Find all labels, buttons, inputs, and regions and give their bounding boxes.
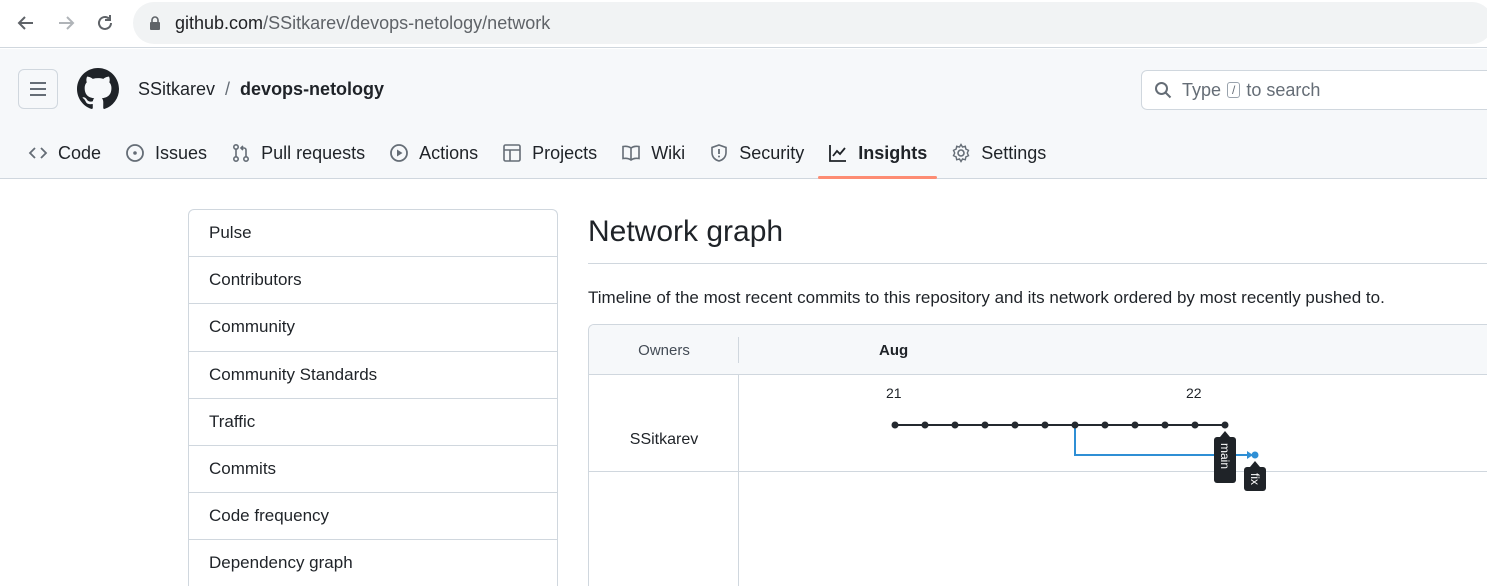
tab-label: Issues [155, 142, 208, 163]
browser-toolbar: github.com/SSitkarev/devops-netology/net… [0, 0, 1487, 48]
branch-label-main-pointer [1220, 431, 1230, 437]
table-icon [503, 144, 521, 162]
play-icon [390, 144, 409, 162]
graph-icon [829, 145, 847, 162]
repo-tabs: Code Issues Pull requests Actions Projec… [18, 127, 1060, 179]
gear-icon [952, 143, 970, 163]
commit-dot [891, 421, 899, 429]
code-icon [28, 147, 48, 159]
main-content: Network graph Timeline of the most recen… [588, 209, 1487, 308]
breadcrumb: SSitkarev / devops-netology [138, 79, 384, 100]
commit-dot [1101, 421, 1109, 429]
arrow-right-icon [59, 16, 75, 30]
commit-dot [1071, 421, 1079, 429]
sidebar-item-commits[interactable]: Commits [189, 446, 557, 494]
repo-link[interactable]: devops-netology [240, 79, 384, 100]
commit-dot [951, 421, 959, 429]
url-path: /SSitkarev/devops-netology/network [263, 12, 551, 33]
hamburger-icon [30, 82, 46, 96]
network-graph[interactable]: Owners Aug SSitkarev 21 22 main fix [588, 324, 1487, 586]
address-bar[interactable]: github.com/SSitkarev/devops-netology/net… [133, 2, 1487, 44]
reload-icon [98, 15, 112, 30]
forward-button[interactable] [50, 8, 82, 38]
reload-button[interactable] [89, 8, 121, 38]
menu-button[interactable] [18, 69, 58, 109]
shield-icon [711, 144, 727, 162]
book-icon [622, 145, 640, 161]
page-title: Network graph [588, 209, 1487, 264]
commit-dot [1161, 421, 1169, 429]
tab-label: Wiki [651, 142, 686, 163]
tab-label: Security [739, 142, 805, 163]
sidebar-item-community-standards[interactable]: Community Standards [189, 352, 557, 399]
commit-dot [1011, 421, 1019, 429]
commit-dot [1221, 421, 1229, 429]
tab-projects[interactable]: Projects [492, 127, 607, 179]
tab-actions[interactable]: Actions [379, 127, 488, 179]
tab-label: Settings [981, 142, 1047, 163]
pull-request-icon [233, 143, 250, 163]
tab-label: Insights [858, 142, 928, 163]
url-domain: github.com [175, 12, 264, 33]
issue-icon [126, 144, 144, 162]
sidebar-item-contributors[interactable]: Contributors [189, 257, 557, 305]
sidebar-item-community[interactable]: Community [189, 304, 557, 352]
repo-header: SSitkarev / devops-netology Type / to se… [0, 49, 1487, 179]
search-shortcut-key: / [1227, 82, 1241, 98]
tab-label: Pull requests [261, 142, 366, 163]
tab-label: Actions [419, 142, 479, 163]
search-suffix: to search [1246, 79, 1321, 100]
commit-dot [1251, 451, 1259, 459]
tab-code[interactable]: Code [18, 127, 111, 179]
back-button[interactable] [10, 8, 42, 38]
github-logo-icon[interactable] [77, 68, 119, 110]
sidebar-item-pulse[interactable]: Pulse [189, 210, 557, 258]
tab-insights[interactable]: Insights [818, 127, 938, 179]
tab-pull-requests[interactable]: Pull requests [221, 127, 375, 179]
sidebar-item-traffic[interactable]: Traffic [189, 399, 557, 446]
search-input[interactable]: Type / to search [1141, 70, 1487, 110]
branch-label-fix: fix [1248, 473, 1262, 485]
tab-label: Code [58, 142, 102, 163]
search-prefix: Type [1182, 79, 1222, 100]
search-icon [1155, 82, 1172, 99]
arrow-left-icon [17, 16, 33, 30]
tab-issues[interactable]: Issues [115, 127, 217, 179]
sidebar-item-code-frequency[interactable]: Code frequency [189, 493, 557, 541]
branch-label-fix-pointer [1250, 461, 1260, 467]
page-description: Timeline of the most recent commits to t… [588, 288, 1385, 307]
tab-settings[interactable]: Settings [941, 127, 1056, 179]
lock-icon [150, 16, 160, 30]
sidebar-item-dependency-graph[interactable]: Dependency graph [189, 540, 557, 586]
commit-dot [921, 421, 929, 429]
breadcrumb-separator: / [225, 79, 231, 99]
tab-wiki[interactable]: Wiki [611, 127, 695, 179]
branch-label-main: main [1218, 443, 1232, 469]
owner-link[interactable]: SSitkarev [138, 79, 215, 100]
tab-label: Projects [532, 142, 598, 163]
commit-graph-canvas[interactable]: main fix [589, 325, 1487, 586]
tab-security[interactable]: Security [699, 127, 814, 179]
url-text: github.com/SSitkarev/devops-netology/net… [175, 13, 550, 34]
commit-dot [981, 421, 989, 429]
commit-dot [1131, 421, 1139, 429]
commit-dot [1191, 421, 1199, 429]
commit-dot [1041, 421, 1049, 429]
insights-sidebar: Pulse Contributors Community Community S… [188, 209, 558, 586]
